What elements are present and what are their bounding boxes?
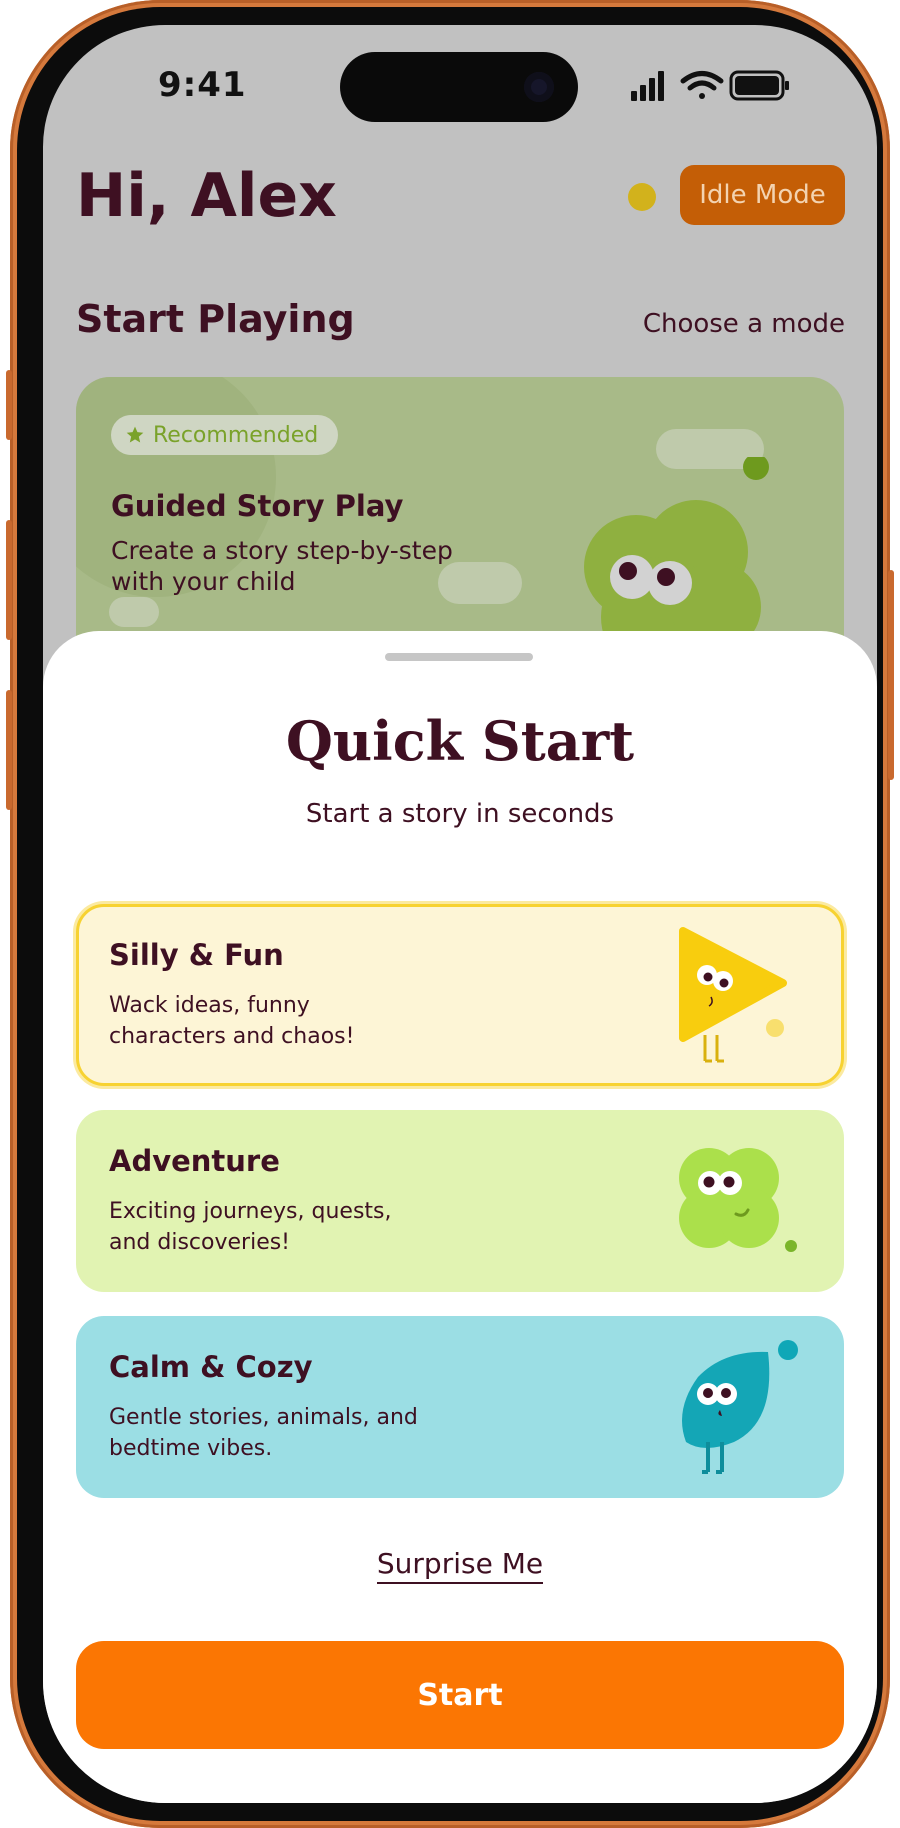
recommended-badge: Recommended — [111, 415, 339, 455]
mode-card-adventure[interactable]: Adventure Exciting journeys, quests, and… — [76, 1110, 844, 1292]
mode-title: Silly & Fun — [109, 938, 284, 972]
status-dot — [628, 183, 656, 211]
mode-title: Adventure — [109, 1144, 280, 1178]
recommended-title: Guided Story Play — [111, 489, 404, 523]
battery-icon — [729, 70, 789, 101]
quick-start-sheet: Quick Start Start a story in seconds Sil… — [43, 631, 877, 1803]
mode-card-calm-cozy[interactable]: Calm & Cozy Gentle stories, animals, and… — [76, 1316, 844, 1498]
star-icon — [126, 426, 144, 443]
phone-frame: 9:41 Hi, Alex Idle Mode Start Playing Ch… — [6, 0, 894, 1828]
mode-description: Exciting journeys, quests, and discoveri… — [109, 1199, 392, 1255]
front-camera — [524, 72, 554, 102]
mode-description: Wack ideas, funny characters and chaos! — [109, 993, 355, 1049]
choose-mode-link[interactable]: Choose a mode — [643, 309, 845, 339]
decorative-pill — [109, 597, 159, 627]
surprise-me-label: Surprise Me — [376, 1547, 544, 1584]
green-clover-character-icon — [679, 1148, 797, 1252]
phone-volume-up-button — [6, 520, 12, 640]
status-icons — [631, 70, 789, 101]
teal-leaf-character-icon — [682, 1340, 798, 1474]
yellow-triangle-character-icon — [679, 927, 787, 1063]
mode-card-silly-fun[interactable]: Silly & Fun Wack ideas, funny characters… — [76, 904, 844, 1086]
signal-icon — [631, 71, 664, 101]
recommended-description: Create a story step-by-step with your ch… — [111, 536, 453, 596]
sheet-title: Quick Start — [285, 709, 635, 773]
section-title: Start Playing — [76, 297, 355, 341]
mode-title: Calm & Cozy — [109, 1350, 313, 1384]
start-button[interactable]: Start — [76, 1641, 844, 1749]
status-time: 9:41 — [158, 65, 247, 105]
screen: 9:41 Hi, Alex Idle Mode Start Playing Ch… — [43, 25, 877, 1803]
recommended-badge-label: Recommended — [153, 422, 319, 448]
wifi-icon — [680, 71, 724, 99]
greeting-heading: Hi, Alex — [76, 161, 337, 231]
surprise-me-link[interactable]: Surprise Me — [43, 1547, 877, 1584]
mode-description: Gentle stories, animals, and bedtime vib… — [109, 1405, 418, 1461]
sheet-drag-handle[interactable] — [385, 653, 533, 661]
idle-mode-button[interactable]: Idle Mode — [680, 165, 845, 225]
phone-side-button — [6, 370, 12, 440]
dynamic-island — [340, 52, 578, 122]
phone-power-button — [888, 570, 894, 780]
status-bar: 9:41 — [43, 25, 877, 135]
sheet-subtitle: Start a story in seconds — [305, 799, 615, 829]
phone-volume-down-button — [6, 690, 12, 810]
